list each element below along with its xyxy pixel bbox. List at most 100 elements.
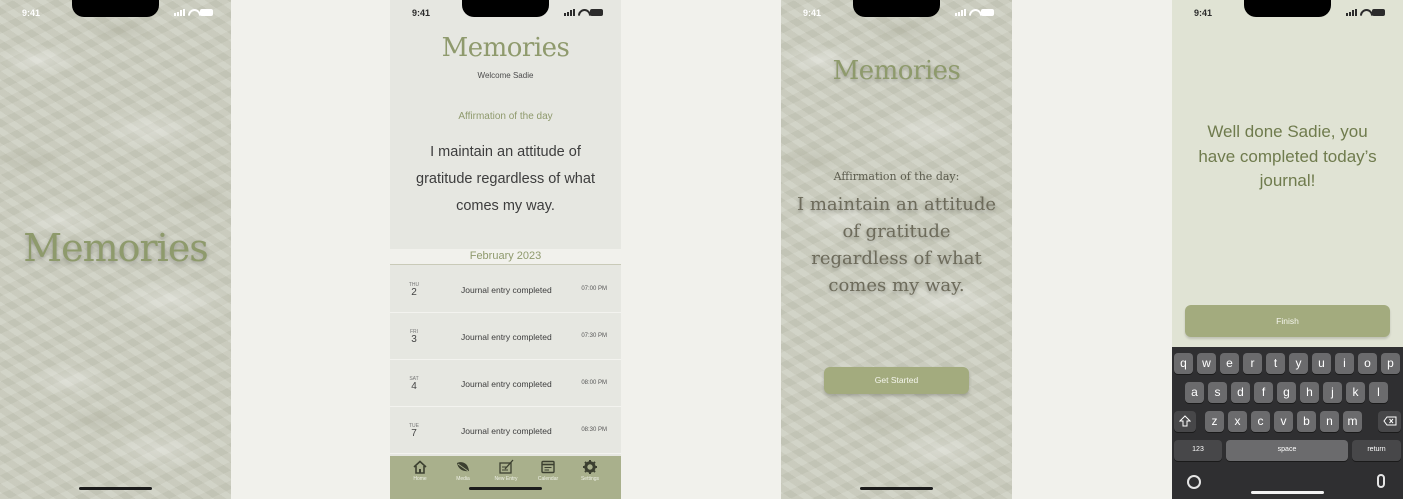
completion-message: Well done Sadie, you have completed toda… xyxy=(1198,122,1377,190)
affirmation-heading: Affirmation of the day: xyxy=(833,170,960,183)
status-icons xyxy=(1346,9,1385,16)
finish-button[interactable]: Finish xyxy=(1185,305,1390,337)
key-y[interactable]: y xyxy=(1289,353,1308,374)
shift-icon xyxy=(1178,415,1192,427)
tab-bar: Home Media New Entry Calendar Settings xyxy=(390,456,621,499)
tab-label: New Entry xyxy=(494,476,518,482)
notch xyxy=(462,0,549,17)
key-c[interactable]: c xyxy=(1251,411,1270,432)
notch xyxy=(1244,0,1331,17)
status-icons xyxy=(174,9,213,16)
key-r[interactable]: r xyxy=(1243,353,1262,374)
month-header: February 2023 xyxy=(390,249,621,265)
journal-entry-row[interactable]: THU 2 Journal entry completed 07:00 PM xyxy=(390,266,621,313)
status-time: 9:41 xyxy=(22,8,41,18)
space-key[interactable]: space xyxy=(1226,440,1348,461)
entry-date: THU 2 xyxy=(407,282,421,298)
key-l[interactable]: l xyxy=(1369,382,1388,403)
shift-key[interactable] xyxy=(1174,411,1196,432)
tab-home[interactable]: Home xyxy=(401,459,439,482)
entry-date: FRI 3 xyxy=(407,329,421,345)
key-m[interactable]: m xyxy=(1343,411,1362,432)
key-u[interactable]: u xyxy=(1312,353,1331,374)
wifi-icon xyxy=(1360,9,1369,16)
key-o[interactable]: o xyxy=(1358,353,1377,374)
splash-screen: 9:41 Memories xyxy=(0,0,231,499)
affirmation-heading: Affirmation of the day xyxy=(458,111,553,122)
tab-settings[interactable]: Settings xyxy=(571,459,609,482)
journal-entry-row[interactable]: FRI 3 Journal entry completed 07:30 PM xyxy=(390,313,621,360)
key-a[interactable]: a xyxy=(1185,382,1204,403)
status-icons xyxy=(564,9,603,16)
home-icon xyxy=(413,460,427,474)
tab-calendar[interactable]: Calendar xyxy=(529,459,567,482)
status-icons xyxy=(955,9,994,16)
status-time: 9:41 xyxy=(803,8,822,18)
key-e[interactable]: e xyxy=(1220,353,1239,374)
entry-day-number: 7 xyxy=(411,428,417,439)
tab-label: Home xyxy=(413,476,427,482)
microphone-icon[interactable] xyxy=(1377,474,1385,488)
entry-date: SAT 4 xyxy=(407,376,421,392)
key-s[interactable]: s xyxy=(1208,382,1227,403)
key-f[interactable]: f xyxy=(1254,382,1273,403)
entry-time: 07:00 PM xyxy=(581,286,607,292)
signal-icon xyxy=(1346,9,1357,16)
entry-status: Journal entry completed xyxy=(461,285,552,295)
home-indicator[interactable] xyxy=(1251,491,1324,494)
emoji-icon[interactable] xyxy=(1187,475,1201,489)
key-v[interactable]: v xyxy=(1274,411,1293,432)
welcome-screen: 9:41 Memories Affirmation of the day: I … xyxy=(781,0,1012,499)
key-q[interactable]: q xyxy=(1174,353,1193,374)
calendar-icon xyxy=(541,460,555,474)
key-j[interactable]: j xyxy=(1323,382,1342,403)
tab-label: Settings xyxy=(580,476,600,482)
key-k[interactable]: k xyxy=(1346,382,1365,403)
welcome-text: Welcome Sadie xyxy=(477,71,534,80)
entry-status: Journal entry completed xyxy=(461,332,552,342)
tab-media[interactable]: Media xyxy=(444,459,482,482)
wifi-icon xyxy=(188,9,197,16)
home-indicator[interactable] xyxy=(79,487,152,490)
status-bar: 9:41 xyxy=(390,0,621,26)
get-started-button[interactable]: Get Started xyxy=(824,367,969,394)
status-bar: 9:41 xyxy=(781,0,1012,26)
home-indicator[interactable] xyxy=(469,487,542,490)
tab-label: Calendar xyxy=(537,476,559,482)
entry-time: 08:30 PM xyxy=(581,427,607,433)
key-p[interactable]: p xyxy=(1381,353,1400,374)
journal-entry-row[interactable]: SAT 4 Journal entry completed 08:00 PM xyxy=(390,360,621,407)
key-h[interactable]: h xyxy=(1300,382,1319,403)
app-logo: Memories xyxy=(441,33,570,63)
entry-day-number: 3 xyxy=(411,334,417,345)
key-i[interactable]: i xyxy=(1335,353,1354,374)
entry-status: Journal entry completed xyxy=(461,379,552,389)
new-entry-icon xyxy=(499,459,514,474)
battery-icon xyxy=(1372,9,1385,16)
backspace-icon xyxy=(1382,416,1396,426)
key-g[interactable]: g xyxy=(1277,382,1296,403)
key-t[interactable]: t xyxy=(1266,353,1285,374)
entry-time: 08:00 PM xyxy=(581,380,607,386)
affirmation-text: I maintain an attitude of gratitude rega… xyxy=(796,194,997,296)
numbers-key[interactable]: 123 xyxy=(1174,440,1222,461)
status-bar: 9:41 xyxy=(0,0,231,26)
backspace-key[interactable] xyxy=(1378,411,1401,432)
entry-status: Journal entry completed xyxy=(461,426,552,436)
completion-screen: 9:41 Well done Sadie, you have completed… xyxy=(1172,0,1403,499)
tab-new-entry[interactable]: New Entry xyxy=(487,459,525,482)
key-n[interactable]: n xyxy=(1320,411,1339,432)
signal-icon xyxy=(564,9,575,16)
app-logo: Memories xyxy=(23,226,209,270)
key-b[interactable]: b xyxy=(1297,411,1316,432)
entry-day-number: 4 xyxy=(411,381,417,392)
key-d[interactable]: d xyxy=(1231,382,1250,403)
return-key[interactable]: return xyxy=(1352,440,1401,461)
key-x[interactable]: x xyxy=(1228,411,1247,432)
gear-icon xyxy=(583,460,597,474)
journal-entry-row[interactable]: TUE 7 Journal entry completed 08:30 PM xyxy=(390,407,621,454)
key-w[interactable]: w xyxy=(1197,353,1216,374)
status-bar: 9:41 xyxy=(1172,0,1403,26)
key-z[interactable]: z xyxy=(1205,411,1224,432)
home-indicator[interactable] xyxy=(860,487,933,490)
